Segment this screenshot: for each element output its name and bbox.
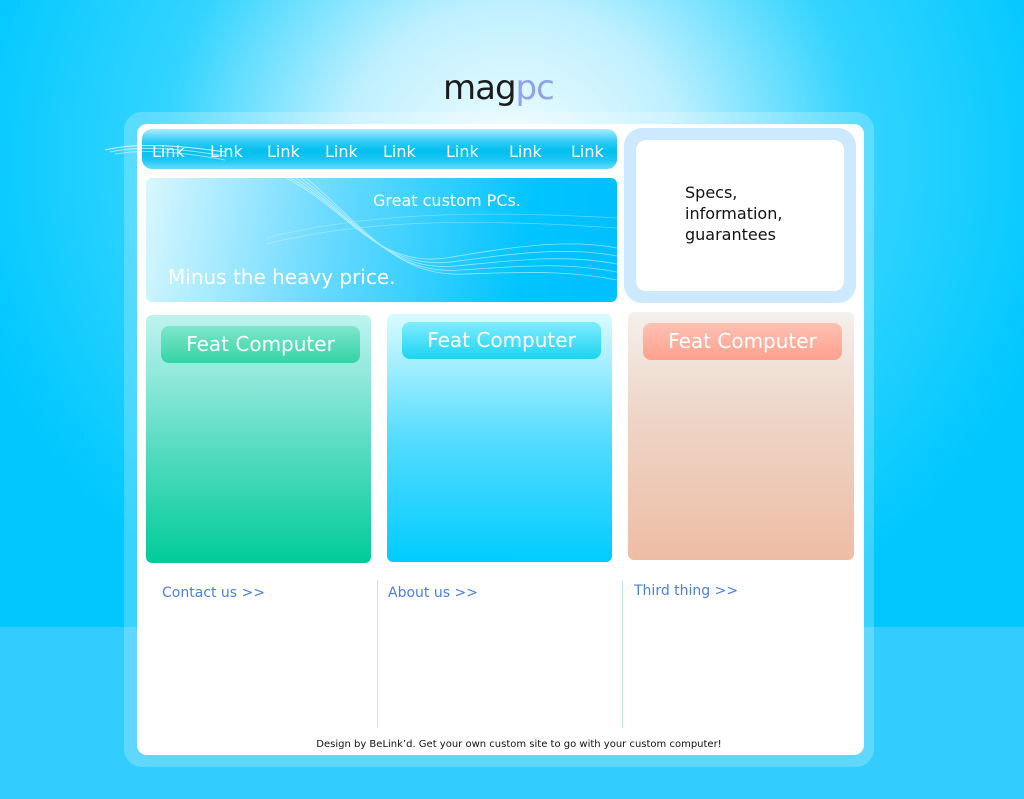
nav-link-8[interactable]: Link xyxy=(571,142,604,161)
nav-link-1[interactable]: Link xyxy=(152,142,185,161)
logo-text-mag: mag xyxy=(443,68,517,108)
about-link[interactable]: About us >> xyxy=(388,585,478,601)
column-divider xyxy=(377,580,378,728)
nav-link-3[interactable]: Link xyxy=(267,142,300,161)
hero-tagline: Great custom PCs. xyxy=(373,191,521,210)
footer-credit: Design by BeLink’d. Get your own custom … xyxy=(316,739,722,750)
info-text: Specs, information, guarantees xyxy=(685,183,783,244)
nav-link-6[interactable]: Link xyxy=(446,142,479,161)
feature-title-1[interactable]: Feat Computer xyxy=(161,326,360,363)
contact-link[interactable]: Contact us >> xyxy=(162,585,265,601)
feature-title-3[interactable]: Feat Computer xyxy=(643,323,842,360)
nav-link-7[interactable]: Link xyxy=(509,142,542,161)
logo-text-pc: pc xyxy=(515,68,555,108)
nav-link-4[interactable]: Link xyxy=(325,142,358,161)
site-logo[interactable]: magpc xyxy=(443,68,555,108)
nav-link-2[interactable]: Link xyxy=(210,142,243,161)
third-link[interactable]: Third thing >> xyxy=(634,583,738,599)
feature-title-2[interactable]: Feat Computer xyxy=(402,322,601,359)
nav-link-5[interactable]: Link xyxy=(383,142,416,161)
hero-subtitle: Minus the heavy price. xyxy=(168,265,396,289)
column-divider xyxy=(622,580,623,728)
